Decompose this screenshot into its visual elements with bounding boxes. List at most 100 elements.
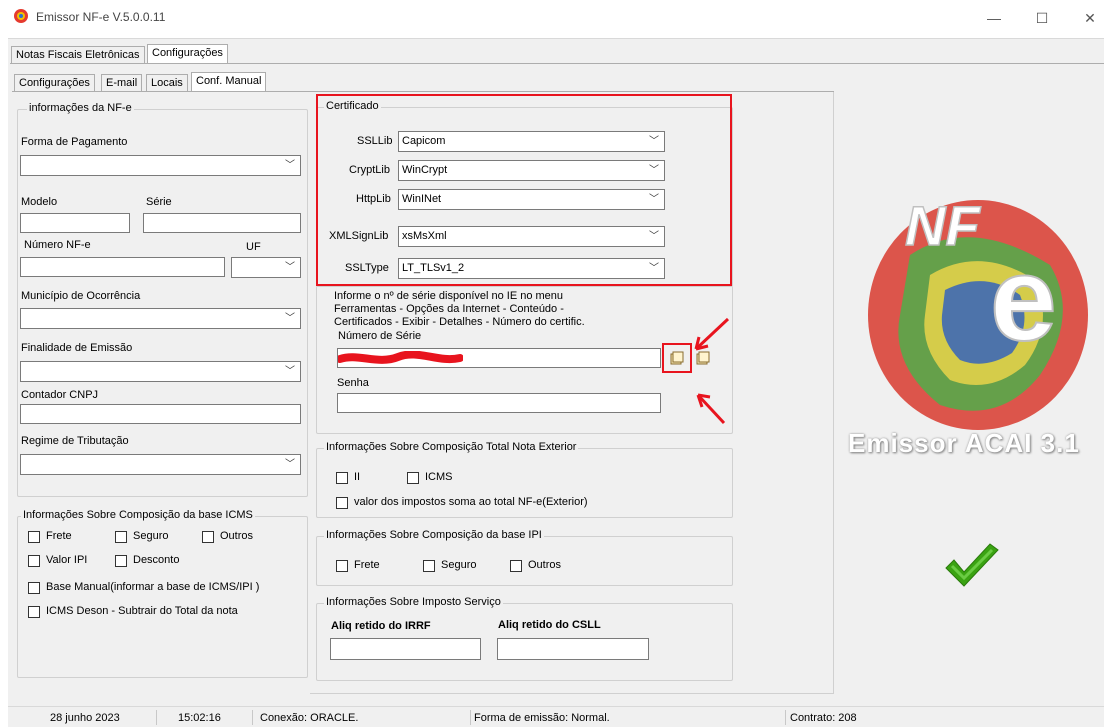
contador-input[interactable]: [20, 404, 301, 424]
ipi-seguro-label: Seguro: [441, 559, 477, 571]
ssllib-label: SSLLib: [357, 135, 393, 147]
serie-input[interactable]: [143, 213, 301, 233]
window-title: Emissor NF-e V.5.0.0.11: [36, 10, 166, 24]
redacted-scribble: [338, 351, 463, 364]
status-separator: [252, 710, 253, 725]
ipi-seguro-checkbox[interactable]: [423, 560, 435, 572]
icms-valor-ipi-label: Valor IPI: [46, 554, 88, 566]
chevron-down-icon: ﹀: [649, 165, 659, 176]
ipi-outros-checkbox[interactable]: [510, 560, 522, 572]
icms-seguro-checkbox[interactable]: [115, 531, 127, 543]
modelo-input[interactable]: [20, 213, 130, 233]
status-forma-emissao: Forma de emissão: Normal.: [474, 712, 610, 724]
chevron-down-icon: ﹀: [649, 263, 659, 274]
icms-outros-checkbox[interactable]: [202, 531, 214, 543]
serial-info-line2: Ferramentas - Opções da Internet - Conte…: [334, 303, 564, 315]
logo-banner: Emissor ACAI 3.1: [848, 428, 1080, 458]
icms-outros-label: Outros: [220, 530, 254, 542]
cryptlib-label: CryptLib: [349, 164, 390, 176]
checkmark-icon: [945, 543, 999, 587]
chevron-down-icon: ﹀: [649, 231, 659, 242]
status-separator: [785, 710, 786, 725]
status-contrato: Contrato: 208: [790, 712, 857, 724]
finalidade-combo[interactable]: ﹀: [20, 361, 301, 382]
icms-frete-checkbox[interactable]: [28, 531, 40, 543]
ii-checkbox[interactable]: [336, 472, 348, 484]
serial-info-line3: Certificados - Exibir - Detalhes - Númer…: [334, 316, 585, 328]
status-time: 15:02:16: [178, 712, 221, 724]
numero-nfe-input[interactable]: [20, 257, 225, 277]
exterior-legend: Informações Sobre Composição Total Nota …: [324, 441, 579, 453]
numero-serie-input[interactable]: [337, 348, 661, 368]
title-bar: Emissor NF-e V.5.0.0.11 — ☐ ✕: [0, 0, 1106, 38]
icms-seguro-label: Seguro: [133, 530, 169, 542]
chevron-down-icon: ﹀: [285, 262, 295, 273]
logo-nf-letters: NF: [905, 194, 981, 257]
minimize-button[interactable]: —: [980, 6, 1008, 30]
confirm-button[interactable]: [942, 542, 1002, 590]
folder-icon: [670, 351, 684, 365]
certificado-legend: Certificado: [324, 100, 381, 112]
icms-frete-label: Frete: [46, 530, 72, 542]
svg-text:e: e: [990, 232, 1057, 366]
base-manual-checkbox[interactable]: [28, 582, 40, 594]
ipi-frete-checkbox[interactable]: [336, 560, 348, 572]
soma-exterior-checkbox[interactable]: [336, 497, 348, 509]
senha-label: Senha: [337, 377, 369, 389]
icms-deson-checkbox[interactable]: [28, 606, 40, 618]
regime-label: Regime de Tributação: [21, 435, 129, 447]
chevron-down-icon: ﹀: [285, 366, 295, 377]
xmlsignlib-combo[interactable]: xsMsXml ﹀: [398, 226, 665, 247]
app-icon: [14, 9, 28, 23]
ssltype-value: LT_TLSv1_2: [402, 262, 465, 274]
icms-valor-ipi-checkbox[interactable]: [28, 555, 40, 567]
chevron-down-icon: ﹀: [285, 313, 295, 324]
forma-pagamento-combo[interactable]: ﹀: [20, 155, 301, 176]
numero-nfe-label: Número NF-e: [24, 239, 91, 251]
cryptlib-value: WinCrypt: [402, 164, 448, 176]
maximize-button[interactable]: ☐: [1028, 6, 1056, 30]
ssltype-combo[interactable]: LT_TLSv1_2 ﹀: [398, 258, 665, 279]
uf-combo[interactable]: ﹀: [231, 257, 301, 278]
ii-label: II: [354, 471, 361, 483]
ssllib-combo[interactable]: Capicom ﹀: [398, 131, 665, 152]
tab-notas-fiscais[interactable]: Notas Fiscais Eletrônicas: [11, 46, 145, 63]
status-conexao: Conexão: ORACLE.: [260, 712, 359, 724]
chevron-down-icon: ﹀: [649, 136, 659, 147]
irrf-input[interactable]: [330, 638, 481, 660]
icms-base-legend: Informações Sobre Composição da base ICM…: [21, 509, 255, 521]
csll-label: Aliq retido do CSLL: [498, 619, 601, 631]
xmlsignlib-label: XMLSignLib: [329, 230, 389, 242]
numero-serie-label: Número de Série: [338, 330, 422, 342]
servico-legend: Informações Sobre Imposto Serviço: [324, 596, 503, 608]
tab-conf-manual[interactable]: Conf. Manual: [191, 72, 267, 91]
cryptlib-combo[interactable]: WinCrypt ﹀: [398, 160, 665, 181]
regime-combo[interactable]: ﹀: [20, 454, 301, 475]
tab-sub-configuracoes[interactable]: Configurações: [14, 74, 95, 91]
municipio-combo[interactable]: ﹀: [20, 308, 301, 329]
ipi-frete-label: Frete: [354, 559, 380, 571]
tab-configuracoes[interactable]: Configurações: [147, 44, 228, 63]
icms-desconto-label: Desconto: [133, 554, 180, 566]
icms-deson-label: ICMS Deson - Subtrair do Total da nota: [46, 605, 238, 617]
tab-email[interactable]: E-mail: [101, 74, 143, 91]
chevron-down-icon: ﹀: [649, 194, 659, 205]
status-separator: [156, 710, 157, 725]
forma-pagamento-label: Forma de Pagamento: [21, 136, 128, 148]
modelo-label: Modelo: [21, 196, 58, 208]
httplib-combo[interactable]: WinINet ﹀: [398, 189, 665, 210]
browse-certificate-button[interactable]: [670, 351, 684, 365]
main-tab-line: [10, 63, 1104, 64]
chevron-down-icon: ﹀: [285, 459, 295, 470]
nfe-info-legend: informações da NF-e: [27, 102, 134, 114]
exterior-icms-checkbox[interactable]: [407, 472, 419, 484]
serial-info-line1: Informe o nº de série disponível no IE n…: [334, 290, 564, 302]
annotation-arrows: [694, 317, 730, 425]
senha-input[interactable]: [337, 393, 661, 413]
icms-desconto-checkbox[interactable]: [115, 555, 127, 567]
base-manual-label: Base Manual(informar a base de ICMS/IPI …: [46, 581, 260, 593]
csll-input[interactable]: [497, 638, 649, 660]
serie-label: Série: [146, 196, 172, 208]
close-button[interactable]: ✕: [1076, 6, 1104, 30]
tab-locais[interactable]: Locais: [146, 74, 188, 91]
